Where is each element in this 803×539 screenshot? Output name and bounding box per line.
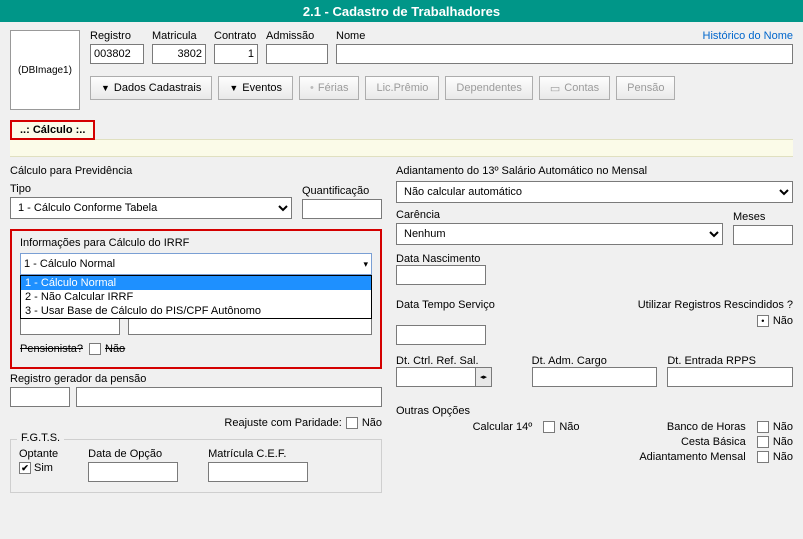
reajuste-checkbox[interactable] xyxy=(346,417,358,429)
irrf-option-1[interactable]: 1 - Cálculo Normal xyxy=(21,276,371,290)
irrf-dropdown-list: 1 - Cálculo Normal 2 - Não Calcular IRRF… xyxy=(20,275,372,319)
dados-cadastrais-button[interactable]: ▼ Dados Cadastrais xyxy=(90,76,212,100)
data-tempo-servico-input[interactable] xyxy=(396,325,486,345)
irrf-select[interactable]: 1 - Cálculo Normal ▾ xyxy=(20,253,372,275)
calc14-checkbox[interactable] xyxy=(543,421,555,433)
eventos-label: Eventos xyxy=(242,82,282,94)
ferias-button[interactable]: • Férias xyxy=(299,76,359,100)
data-opcao-label: Data de Opção xyxy=(88,448,178,460)
dt-ctrl-label: Dt. Ctrl. Ref. Sal. xyxy=(396,355,479,367)
db-image: (DBImage1) xyxy=(10,30,80,110)
reajuste-value: Não xyxy=(362,417,382,429)
cesta-basica-label: Cesta Básica xyxy=(681,436,746,448)
nome-label: Nome xyxy=(336,30,365,42)
reg-pensao-desc-input[interactable] xyxy=(76,387,382,407)
carencia-label: Carência xyxy=(396,209,723,221)
contas-button[interactable]: ▭ Contas xyxy=(539,76,610,100)
fgts-legend: F.G.T.S. xyxy=(17,432,64,444)
matricula-label: Matricula xyxy=(152,30,206,42)
registro-label: Registro xyxy=(90,30,144,42)
reg-pensao-code-input[interactable] xyxy=(10,387,70,407)
banco-horas-label: Banco de Horas xyxy=(667,421,746,433)
irrf-title: Informações para Cálculo do IRRF xyxy=(20,237,372,249)
historico-nome-link[interactable]: Histórico do Nome xyxy=(703,30,793,42)
registro-input[interactable] xyxy=(90,44,144,64)
util-reg-value: Não xyxy=(773,315,793,327)
banco-horas-checkbox[interactable] xyxy=(757,421,769,433)
adiant-mensal-label: Adiantamento Mensal xyxy=(639,451,745,463)
chevron-down-icon: ▾ xyxy=(363,259,368,270)
optante-checkbox[interactable]: ✔ xyxy=(19,462,31,474)
admissao-input[interactable] xyxy=(266,44,328,64)
cesta-basica-checkbox[interactable] xyxy=(757,436,769,448)
tipo-select[interactable]: 1 - Cálculo Conforme Tabela xyxy=(10,197,292,219)
pensionista-label: Pensionista? xyxy=(20,343,83,355)
calc14-label: Calcular 14º xyxy=(473,421,533,433)
pensionista-value: Não xyxy=(105,343,125,355)
dt-ctrl-spinner[interactable]: ◂▸ xyxy=(476,367,492,387)
matricula-cef-input[interactable] xyxy=(208,462,308,482)
nome-input[interactable] xyxy=(336,44,793,64)
data-tempo-servico-label: Data Tempo Serviço xyxy=(396,299,495,311)
tab-calculo[interactable]: ..: Cálculo :.. xyxy=(10,120,95,140)
contrato-input[interactable] xyxy=(214,44,258,64)
window-title: 2.1 - Cadastro de Trabalhadores xyxy=(0,0,803,22)
quantificacao-input[interactable] xyxy=(302,199,382,219)
quantificacao-label: Quantificação xyxy=(302,185,382,197)
util-reg-checkbox[interactable]: • xyxy=(757,315,769,327)
matricula-cef-label: Matrícula C.E.F. xyxy=(208,448,308,460)
chevron-down-icon: ▼ xyxy=(101,83,110,93)
ferias-label: Férias xyxy=(318,82,349,94)
dt-ctrl-input[interactable] xyxy=(396,367,476,387)
optante-value: Sim xyxy=(34,462,53,474)
pensionista-checkbox[interactable] xyxy=(89,343,101,355)
dados-label: Dados Cadastrais xyxy=(114,82,201,94)
cesta-basica-value: Não xyxy=(773,436,793,448)
dt-adm-label: Dt. Adm. Cargo xyxy=(532,355,607,367)
outras-opcoes-label: Outras Opções xyxy=(396,405,793,417)
dt-rpps-input[interactable] xyxy=(667,367,793,387)
admissao-label: Admissão xyxy=(266,30,328,42)
matricula-input[interactable] xyxy=(152,44,206,64)
calc-previdencia-title: Cálculo para Previdência xyxy=(10,165,382,177)
adiantamento-title: Adiantamento do 13º Salário Automático n… xyxy=(396,165,793,177)
reajuste-label: Reajuste com Paridade: xyxy=(224,417,341,429)
optante-label: Optante xyxy=(19,448,58,460)
util-reg-label: Utilizar Registros Rescindidos ? xyxy=(638,299,793,311)
carencia-select[interactable]: Nenhum xyxy=(396,223,723,245)
eventos-button[interactable]: ▼ Eventos xyxy=(218,76,293,100)
contas-label: Contas xyxy=(564,82,599,94)
dot-icon: • xyxy=(310,82,314,94)
data-nascimento-label: Data Nascimento xyxy=(396,253,480,265)
data-opcao-input[interactable] xyxy=(88,462,178,482)
licpremio-button[interactable]: Lic.Prêmio xyxy=(365,76,439,100)
banco-horas-value: Não xyxy=(773,421,793,433)
calc14-value: Não xyxy=(559,421,579,433)
dependentes-button[interactable]: Dependentes xyxy=(445,76,532,100)
tab-strip xyxy=(10,139,793,157)
irrf-option-3[interactable]: 3 - Usar Base de Cálculo do PIS/CPF Autô… xyxy=(21,304,371,318)
meses-label: Meses xyxy=(733,211,793,223)
dt-rpps-label: Dt. Entrada RPPS xyxy=(667,355,756,367)
fgts-group: F.G.T.S. Optante ✔Sim Data de Opção Matr… xyxy=(10,439,382,493)
folder-icon: ▭ xyxy=(550,82,560,95)
data-nascimento-input[interactable] xyxy=(396,265,486,285)
adiantamento-select[interactable]: Não calcular automático xyxy=(396,181,793,203)
reg-pensao-label: Registro gerador da pensão xyxy=(10,373,146,385)
tipo-label: Tipo xyxy=(10,183,292,195)
irrf-selected-value: 1 - Cálculo Normal xyxy=(24,258,115,270)
meses-input[interactable] xyxy=(733,225,793,245)
irrf-group: Informações para Cálculo do IRRF 1 - Cál… xyxy=(10,229,382,369)
chevron-down-icon: ▼ xyxy=(229,83,238,93)
contrato-label: Contrato xyxy=(214,30,258,42)
adiant-mensal-value: Não xyxy=(773,451,793,463)
pensao-button[interactable]: Pensão xyxy=(616,76,675,100)
adiant-mensal-checkbox[interactable] xyxy=(757,451,769,463)
irrf-option-2[interactable]: 2 - Não Calcular IRRF xyxy=(21,290,371,304)
dt-adm-input[interactable] xyxy=(532,367,658,387)
